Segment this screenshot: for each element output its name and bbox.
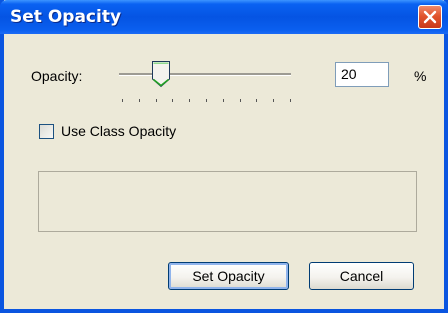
slider-tick xyxy=(122,99,123,102)
slider-tick xyxy=(240,99,241,102)
use-class-opacity-checkbox[interactable] xyxy=(39,124,54,139)
opacity-value-input[interactable]: 20 xyxy=(335,62,389,87)
opacity-slider-track[interactable] xyxy=(119,73,291,76)
use-class-opacity-label[interactable]: Use Class Opacity xyxy=(61,123,176,139)
cancel-button[interactable]: Cancel xyxy=(309,262,414,290)
title-bar[interactable]: Set Opacity xyxy=(0,0,448,34)
percent-unit-label: % xyxy=(414,68,427,84)
set-opacity-dialog: Set Opacity Opacity: 20 % Use Class Opac… xyxy=(0,0,448,313)
opacity-label: Opacity: xyxy=(31,68,83,84)
slider-tick xyxy=(172,99,173,102)
slider-tick xyxy=(290,99,291,102)
slider-tick xyxy=(273,99,274,102)
close-icon xyxy=(423,10,437,24)
slider-tick xyxy=(206,99,207,102)
slider-tick xyxy=(256,99,257,102)
info-panel xyxy=(38,171,417,232)
dialog-title: Set Opacity xyxy=(10,7,122,27)
close-button[interactable] xyxy=(418,5,442,29)
set-opacity-button[interactable]: Set Opacity xyxy=(168,262,289,290)
slider-tick xyxy=(189,99,190,102)
slider-tick xyxy=(223,99,224,102)
slider-tick xyxy=(139,99,140,102)
slider-tick xyxy=(156,99,157,102)
opacity-slider-thumb[interactable] xyxy=(151,60,171,88)
slider-ticks xyxy=(122,99,292,104)
